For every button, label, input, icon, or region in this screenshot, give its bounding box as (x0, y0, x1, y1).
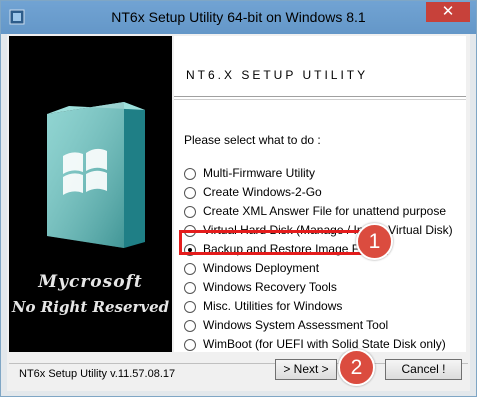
version-label: NT6x Setup Utility v.11.57.08.17 (19, 368, 176, 380)
option-windows-deployment[interactable]: Windows Deployment (184, 261, 464, 277)
radio-button[interactable] (184, 339, 196, 351)
title-bar[interactable]: NT6x Setup Utility 64-bit on Windows 8.1… (1, 1, 476, 34)
radio-button[interactable] (184, 206, 196, 218)
utility-header: NT6.X SETUP UTILITY (186, 68, 369, 82)
brand-tagline: No Right Reserved (11, 298, 170, 316)
dialog-client: Mycrosoft No Right Reserved NT6.X SETUP … (7, 34, 470, 391)
close-button[interactable]: ✕ (426, 2, 470, 22)
select-prompt: Please select what to do : (184, 133, 321, 147)
option-multi-firmware[interactable]: Multi-Firmware Utility (184, 166, 464, 182)
radio-button[interactable] (184, 263, 196, 275)
option-recovery-tools[interactable]: Windows Recovery Tools (184, 280, 464, 296)
next-button[interactable]: > Next > (275, 359, 337, 380)
option-assessment-tool[interactable]: Windows System Assessment Tool (184, 318, 464, 334)
brand-mycrosoft: Mycrosoft (38, 272, 143, 292)
step-badge-2: 2 (338, 349, 375, 386)
option-misc-utilities[interactable]: Misc. Utilities for Windows (184, 299, 464, 315)
divider (174, 96, 466, 97)
step-badge-1: 1 (356, 223, 393, 260)
window-title: NT6x Setup Utility 64-bit on Windows 8.1 (111, 9, 366, 25)
option-xml-answer-file[interactable]: Create XML Answer File for unattend purp… (184, 204, 464, 220)
side-panel: Mycrosoft No Right Reserved (9, 36, 172, 352)
radio-button[interactable] (184, 168, 196, 180)
option-windows-2-go[interactable]: Create Windows-2-Go (184, 185, 464, 201)
radio-button[interactable] (184, 320, 196, 332)
radio-button[interactable] (184, 282, 196, 294)
windows-box-icon (47, 102, 145, 248)
option-wimboot[interactable]: WimBoot (for UEFI with Solid State Disk … (184, 337, 464, 353)
content-panel: NT6.X SETUP UTILITY Please select what t… (174, 36, 466, 352)
radio-button[interactable] (184, 187, 196, 199)
cancel-button[interactable]: Cancel ! (385, 359, 462, 380)
setup-window: NT6x Setup Utility 64-bit on Windows 8.1… (0, 0, 477, 397)
divider (174, 99, 466, 100)
radio-button[interactable] (184, 301, 196, 313)
